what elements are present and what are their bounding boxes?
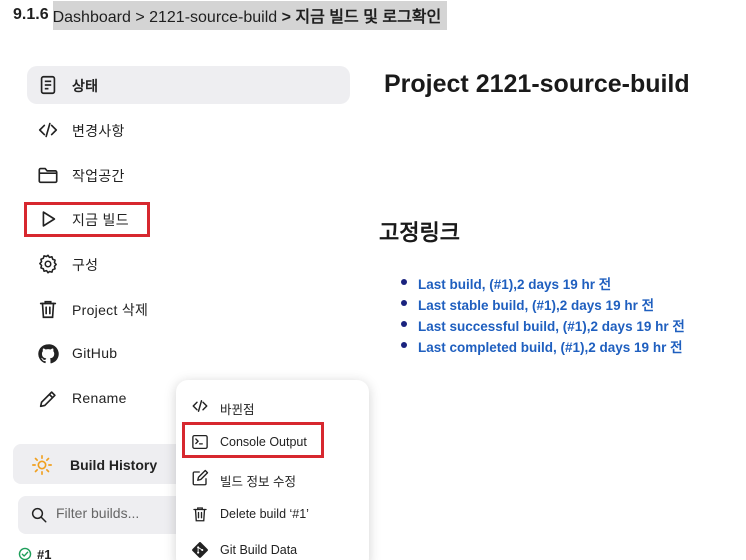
sidebar-item-delete-project[interactable]: Project 삭제 [27,290,350,328]
breadcrumb-separator: > [277,8,296,26]
build-context-menu: 바뀐점 Console Output 빌드 정보 수정 Delete build… [176,380,369,560]
edit-icon [192,469,209,486]
section-number: 9.1.6 [13,6,49,23]
sidebar-item-configure[interactable]: 구성 [27,245,350,283]
sidebar-item-status[interactable]: 상태 [27,66,350,104]
code-icon [38,122,58,138]
pencil-icon [39,391,56,408]
git-icon [192,542,208,558]
build-number: #1 [37,546,52,560]
permalink-item: Last successful build, (#1),2 days 19 hr… [400,315,685,336]
trash-icon [193,507,207,522]
build-history-title: Build History [70,457,158,473]
permalink-last-successful-build[interactable]: Last successful build, (#1),2 days 19 hr… [418,319,685,334]
search-icon [31,507,47,523]
play-icon [42,211,56,227]
sidebar-item-label: 구성 [72,257,99,273]
menu-item-edit-build-info[interactable]: 빌드 정보 수정 [176,461,369,495]
breadcrumb-separator: > [130,8,150,26]
sidebar-item-github[interactable]: GitHub [27,335,350,373]
menu-item-delete-build[interactable]: Delete build ‘#1’ [176,497,369,531]
trash-icon [39,300,57,319]
sidebar-item-label: GitHub [72,345,118,361]
sidebar-item-label: 변경사항 [72,123,125,139]
menu-item-label: Console Output [220,435,307,449]
permalink-last-completed-build[interactable]: Last completed build, (#1),2 days 19 hr … [418,340,683,355]
permalinks-list: Last build, (#1),2 days 19 hr 전 Last sta… [400,273,685,357]
code-icon [192,400,208,412]
breadcrumb-current: 지금 빌드 및 로그확인 [295,8,442,26]
terminal-icon [192,434,208,450]
permalink-item: Last build, (#1),2 days 19 hr 전 [400,273,685,294]
build-row[interactable]: #1 [18,546,51,560]
menu-item-label: Git Build Data [220,543,298,557]
sidebar-item-label: Project 삭제 [72,302,149,318]
permalink-item: Last stable build, (#1),2 days 19 hr 전 [400,294,685,315]
sidebar-item-changes[interactable]: 변경사항 [27,111,350,149]
permalink-item: Last completed build, (#1),2 days 19 hr … [400,336,685,357]
sidebar-item-label: 작업공간 [72,168,125,184]
menu-item-git-build-data[interactable]: Git Build Data [176,533,369,560]
breadcrumb-path: Dashboard > 2121-source-build > 지금 빌드 및 … [52,0,448,30]
status-icon [40,75,56,95]
sidebar-item-label: Rename [72,390,127,406]
permalinks-title: 고정링크 [379,220,460,245]
sun-icon [32,455,52,475]
github-icon [38,344,59,364]
permalink-last-build[interactable]: Last build, (#1),2 days 19 hr 전 [418,277,611,292]
sidebar-item-label: 상태 [72,78,99,94]
sidebar-item-label: 지금 빌드 [72,212,129,228]
menu-item-label: Delete build ‘#1’ [220,507,309,521]
breadcrumb-project: 2121-source-build [149,8,278,26]
breadcrumb-dashboard: Dashboard [52,8,131,26]
menu-item-label: 바뀐점 [220,403,255,417]
breadcrumb: 9.1.6 Dashboard > 2121-source-build > 지금… [10,0,448,30]
menu-item-changes[interactable]: 바뀐점 [176,389,369,423]
sidebar-item-workspace[interactable]: 작업공간 [27,156,350,194]
filter-builds-input[interactable] [56,505,196,521]
folder-icon [38,167,58,184]
success-check-icon [18,547,32,560]
gear-icon [39,254,57,274]
permalink-last-stable-build[interactable]: Last stable build, (#1),2 days 19 hr 전 [418,298,654,313]
page-title: Project 2121-source-build [384,70,690,98]
menu-item-label: 빌드 정보 수정 [220,475,296,489]
sidebar-item-build-now[interactable]: 지금 빌드 [27,200,350,238]
menu-item-console-output[interactable]: Console Output [176,425,369,459]
